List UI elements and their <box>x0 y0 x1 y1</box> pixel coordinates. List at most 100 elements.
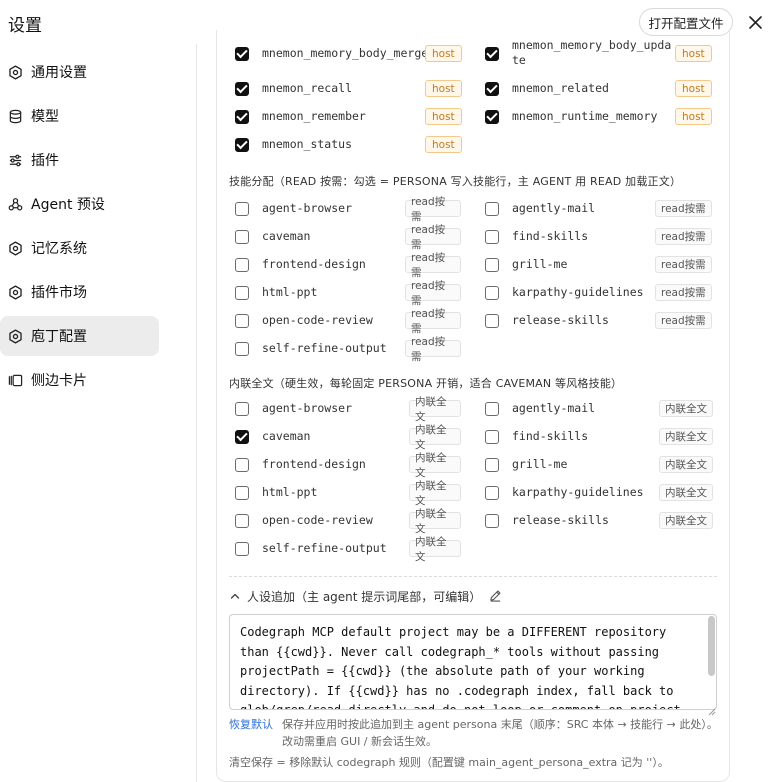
checkbox[interactable] <box>235 486 249 500</box>
checkbox[interactable] <box>235 402 249 416</box>
sidebar-item-agent-presets[interactable]: Agent 预设 <box>0 184 159 224</box>
sidebar-item-label: 插件市场 <box>31 285 87 301</box>
read-on-demand-badge: read按需 <box>405 224 461 251</box>
read-skill-row[interactable]: agently-mail read按需 <box>485 198 715 220</box>
close-icon[interactable] <box>745 12 765 32</box>
host-badge: host <box>675 80 712 97</box>
checkbox[interactable] <box>235 110 249 124</box>
inline-skill-row[interactable]: find-skills 内联全文 <box>485 426 715 448</box>
host-tool-row[interactable]: mnemon_remember host <box>235 106 462 128</box>
checkbox[interactable] <box>485 486 499 500</box>
read-skill-row[interactable]: frontend-design read按需 <box>235 252 461 279</box>
checkbox[interactable] <box>485 314 499 328</box>
checkbox[interactable] <box>235 458 249 472</box>
checkbox[interactable] <box>485 514 499 528</box>
checkbox[interactable] <box>485 458 499 472</box>
inline-full-text-badge: 内联全文 <box>409 480 461 507</box>
host-badge: host <box>425 45 462 62</box>
host-tool-row[interactable]: mnemon_runtime_memory host <box>485 106 715 128</box>
inline-skill-row[interactable]: html-ppt 内联全文 <box>235 480 461 507</box>
skill-name: self-refine-output <box>262 341 387 355</box>
checkbox[interactable] <box>235 314 249 328</box>
skill-name: agent-browser <box>262 401 353 415</box>
sidebar-item-label: 模型 <box>31 109 59 125</box>
read-skill-row[interactable]: html-ppt read按需 <box>235 280 461 307</box>
read-skill-row[interactable]: release-skills read按需 <box>485 310 715 332</box>
inline-full-text-badge: 内联全文 <box>409 508 461 535</box>
host-tool-row[interactable]: mnemon_status host <box>235 134 462 156</box>
tool-name: mnemon_status <box>262 137 353 151</box>
checkbox[interactable] <box>235 342 249 356</box>
read-skill-row[interactable]: open-code-review read按需 <box>235 308 461 335</box>
inline-full-text-badge: 内联全文 <box>409 424 461 451</box>
sidebar-item-label: 插件 <box>31 153 59 169</box>
database-icon <box>8 109 23 124</box>
checkbox[interactable] <box>485 430 499 444</box>
read-skill-row[interactable]: grill-me read按需 <box>485 254 715 276</box>
skill-name: find-skills <box>512 229 589 243</box>
checkbox[interactable] <box>485 47 499 61</box>
checkbox[interactable] <box>235 542 249 556</box>
edit-pencil-icon[interactable] <box>489 587 502 606</box>
checkbox[interactable] <box>485 258 499 272</box>
sidebar-item-side-cards[interactable]: 侧边卡片 <box>0 360 159 400</box>
skill-name: agently-mail <box>512 201 596 215</box>
inline-skill-row[interactable]: self-refine-output 内联全文 <box>235 536 461 563</box>
inline-full-text-badge: 内联全文 <box>409 536 461 563</box>
skill-name: caveman <box>262 429 311 443</box>
inline-skill-row[interactable]: grill-me 内联全文 <box>485 454 715 476</box>
sidebar-item-plugins[interactable]: 插件 <box>0 140 159 180</box>
checkbox[interactable] <box>485 110 499 124</box>
persona-append-title: 人设追加（主 agent 提示词尾部，可编辑） <box>247 589 482 604</box>
sidebar-item-plugin-market[interactable]: 插件市场 <box>0 272 159 312</box>
read-skill-row[interactable]: caveman read按需 <box>235 224 461 251</box>
checkbox[interactable] <box>235 430 249 444</box>
textarea-scrollbar[interactable] <box>708 616 715 676</box>
inline-skill-row[interactable]: karpathy-guidelines 内联全文 <box>485 482 715 504</box>
checkbox[interactable] <box>235 47 249 61</box>
checkbox[interactable] <box>485 202 499 216</box>
read-skill-row[interactable]: self-refine-output read按需 <box>235 336 461 363</box>
host-tool-row[interactable]: mnemon_related host <box>485 78 715 100</box>
sidebar-item-general[interactable]: 通用设置 <box>0 52 159 92</box>
host-tool-row[interactable]: mnemon_memory_body_merge host <box>235 43 462 65</box>
persona-append-header[interactable]: 人设追加（主 agent 提示词尾部，可编辑） <box>229 586 502 606</box>
host-tool-row[interactable]: mnemon_recall host <box>235 78 462 100</box>
inline-skill-row[interactable]: agent-browser 内联全文 <box>235 396 461 423</box>
chevron-up-icon[interactable] <box>229 587 241 606</box>
inline-skill-row[interactable]: release-skills 内联全文 <box>485 510 715 532</box>
checkbox[interactable] <box>485 230 499 244</box>
checkbox[interactable] <box>235 258 249 272</box>
checkbox[interactable] <box>485 286 499 300</box>
skill-name: frontend-design <box>262 257 366 271</box>
checkbox[interactable] <box>235 230 249 244</box>
restore-default-link[interactable]: 恢复默认 <box>229 716 273 732</box>
checkbox[interactable] <box>485 82 499 96</box>
tool-name: mnemon_runtime_memory <box>512 109 658 123</box>
read-on-demand-badge: read按需 <box>655 200 712 217</box>
persona-clear-note: 清空保存 = 移除默认 codegraph 规则（配置键 main_agent_… <box>229 756 669 769</box>
inline-skill-row[interactable]: frontend-design 内联全文 <box>235 452 461 479</box>
sidebar-item-paoding-config[interactable]: 庖丁配置 <box>0 316 159 356</box>
sidebar-item-memory[interactable]: 记忆系统 <box>0 228 159 268</box>
checkbox[interactable] <box>235 138 249 152</box>
checkbox[interactable] <box>235 202 249 216</box>
checkbox[interactable] <box>485 402 499 416</box>
checkbox[interactable] <box>235 82 249 96</box>
checkbox[interactable] <box>235 286 249 300</box>
tool-name: mnemon_memory_body_update <box>512 38 672 67</box>
inline-section-title: 内联全文（硬生效，每轮固定 PERSONA 开销，适合 CAVEMAN 等风格技… <box>229 377 623 390</box>
inline-skill-row[interactable]: agently-mail 内联全文 <box>485 398 715 420</box>
checkbox[interactable] <box>235 514 249 528</box>
sidebar-item-models[interactable]: 模型 <box>0 96 159 136</box>
inline-skill-row[interactable]: caveman 内联全文 <box>235 424 461 451</box>
read-skill-row[interactable]: agent-browser read按需 <box>235 196 461 223</box>
persona-append-textarea[interactable]: Codegraph MCP default project may be a D… <box>229 614 717 710</box>
host-tool-row[interactable]: mnemon_memory_body_update host <box>485 38 715 67</box>
read-on-demand-badge: read按需 <box>655 284 712 301</box>
agent-icon <box>8 197 23 212</box>
inline-skill-row[interactable]: open-code-review 内联全文 <box>235 508 461 535</box>
read-skill-row[interactable]: find-skills read按需 <box>485 226 715 248</box>
read-skill-row[interactable]: karpathy-guidelines read按需 <box>485 282 715 304</box>
sidebar-item-label: 记忆系统 <box>31 241 87 257</box>
